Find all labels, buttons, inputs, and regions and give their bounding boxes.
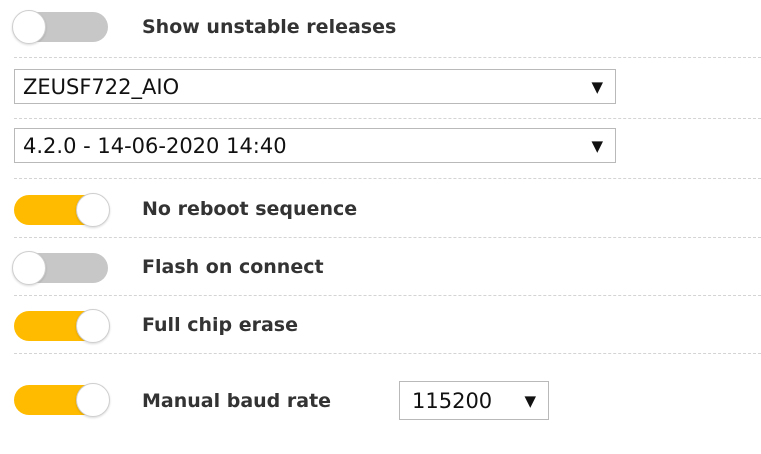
divider — [14, 353, 761, 354]
firmware-version-select[interactable]: 4.2.0 - 14-06-2020 14:40 ▼ — [14, 128, 616, 163]
full-chip-erase-label: Full chip erase — [142, 314, 298, 336]
flash-on-connect-toggle[interactable] — [12, 251, 108, 285]
divider — [14, 295, 761, 296]
no-reboot-sequence-label: No reboot sequence — [142, 198, 358, 220]
manual-baud-rate-toggle[interactable] — [14, 383, 110, 417]
firmware-version-value: 4.2.0 - 14-06-2020 14:40 — [23, 133, 287, 158]
caret-down-icon: ▼ — [591, 136, 603, 155]
no-reboot-sequence-toggle[interactable] — [14, 193, 110, 227]
divider — [14, 178, 761, 179]
board-select[interactable]: ZEUSF722_AIO ▼ — [14, 69, 616, 104]
divider — [14, 57, 761, 58]
baud-rate-select[interactable]: 115200 ▼ — [399, 381, 549, 420]
full-chip-erase-toggle[interactable] — [14, 309, 110, 343]
divider — [14, 118, 761, 119]
toggle-knob — [76, 383, 110, 417]
divider — [14, 237, 761, 238]
show-unstable-releases-toggle[interactable] — [12, 10, 108, 44]
caret-down-icon: ▼ — [591, 77, 603, 96]
toggle-knob — [76, 309, 110, 343]
toggle-knob — [12, 251, 46, 285]
baud-rate-value: 115200 — [412, 388, 493, 413]
firmware-flasher-options: Show unstable releases ZEUSF722_AIO ▼ 4.… — [0, 0, 761, 454]
manual-baud-rate-label: Manual baud rate — [142, 390, 332, 412]
show-unstable-releases-label: Show unstable releases — [142, 16, 397, 38]
board-select-value: ZEUSF722_AIO — [23, 74, 180, 99]
toggle-knob — [12, 10, 46, 44]
caret-down-icon: ▼ — [524, 391, 536, 410]
toggle-knob — [76, 193, 110, 227]
flash-on-connect-label: Flash on connect — [142, 256, 324, 278]
